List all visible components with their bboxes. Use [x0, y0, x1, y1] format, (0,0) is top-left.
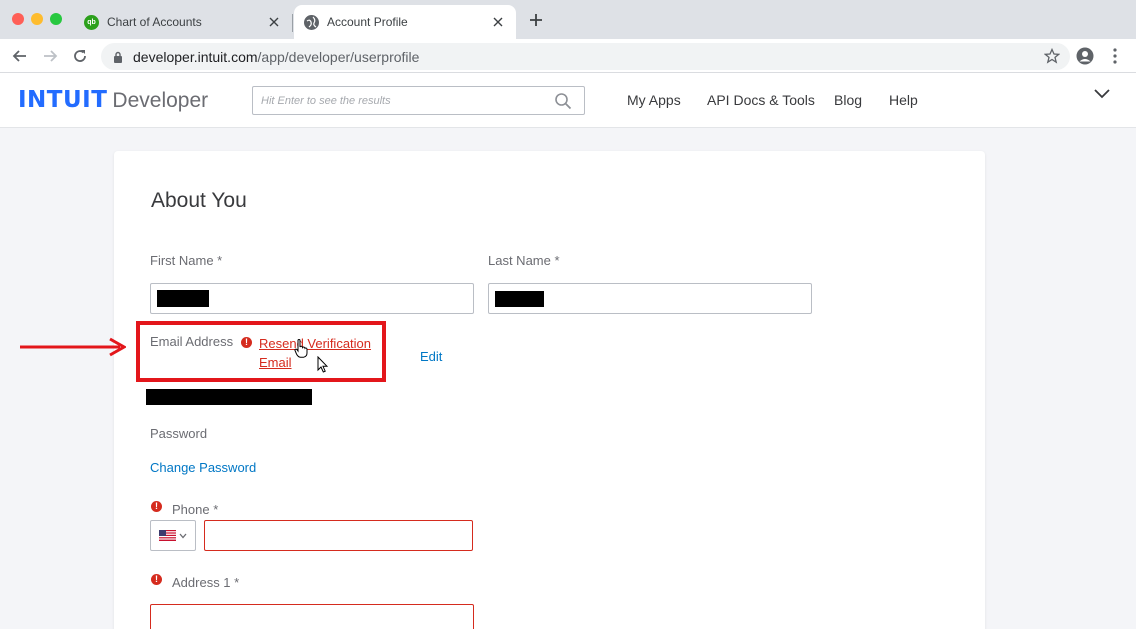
bookmark-star-icon[interactable]: [1044, 48, 1060, 64]
window-close-button[interactable]: [12, 13, 24, 25]
error-icon: !: [151, 574, 162, 585]
error-icon: !: [151, 501, 162, 512]
logo-brand: INTUIT: [18, 87, 108, 113]
us-flag-icon: [159, 530, 176, 541]
nav-help[interactable]: Help: [889, 92, 918, 108]
password-label: Password: [150, 426, 208, 441]
new-tab-plus-icon[interactable]: [528, 12, 544, 28]
close-icon[interactable]: [490, 14, 506, 30]
page-title: About You: [151, 189, 247, 212]
back-arrow-icon[interactable]: [11, 47, 29, 65]
first-name-label: First Name *: [150, 253, 223, 268]
address1-input[interactable]: [150, 604, 474, 629]
window-minimize-button[interactable]: [31, 13, 43, 25]
reload-icon[interactable]: [71, 47, 89, 65]
nav-blog[interactable]: Blog: [834, 92, 862, 108]
window-maximize-button[interactable]: [50, 13, 62, 25]
tab-divider: [292, 14, 293, 32]
browser-menu-icon[interactable]: [1108, 47, 1122, 65]
nav-my-apps[interactable]: My Apps: [627, 92, 681, 108]
globe-icon: [304, 14, 319, 30]
phone-country-select[interactable]: [150, 520, 196, 551]
url-text: developer.intuit.com/app/developer/userp…: [133, 49, 419, 65]
close-icon[interactable]: [266, 14, 282, 30]
redacted-value: [157, 290, 209, 307]
browser-toolbar: developer.intuit.com/app/developer/userp…: [0, 39, 1136, 73]
tab-title: Account Profile: [327, 15, 408, 29]
url-path: /app/developer/userprofile: [257, 48, 420, 65]
hand-pointer-cursor-icon: [294, 339, 308, 358]
last-name-input[interactable]: [488, 283, 812, 314]
browser-tab-strip: qb Chart of Accounts Account Profile: [0, 0, 1136, 39]
address1-label: Address 1 *: [172, 575, 240, 590]
profile-card: About You First Name * Last Name * Email…: [114, 151, 985, 629]
tab-title: Chart of Accounts: [107, 15, 202, 29]
last-name-label: Last Name *: [488, 253, 560, 268]
annotation-highlight-box: [136, 321, 386, 382]
url-host: developer.intuit.com: [133, 48, 258, 65]
search-icon[interactable]: [554, 92, 572, 110]
site-search-input[interactable]: [253, 87, 543, 114]
logo-product: Developer: [112, 89, 209, 112]
redacted-email: [146, 389, 312, 405]
tab-chart-of-accounts[interactable]: qb Chart of Accounts: [74, 5, 292, 39]
quickbooks-icon: qb: [84, 14, 99, 30]
chevron-down-icon: [179, 533, 187, 538]
phone-label: Phone *: [172, 502, 219, 517]
site-header: INTUIT Developer My Apps API Docs & Tool…: [0, 73, 1136, 128]
intuit-developer-logo[interactable]: INTUIT Developer: [18, 87, 208, 113]
annotation-arrow-icon: [20, 337, 126, 357]
nav-api-docs-tools[interactable]: API Docs & Tools: [707, 92, 815, 108]
redacted-value: [495, 291, 544, 307]
phone-input[interactable]: [204, 520, 473, 551]
edit-email-link[interactable]: Edit: [420, 349, 442, 364]
first-name-input[interactable]: [150, 283, 474, 314]
forward-arrow-icon[interactable]: [41, 47, 59, 65]
arrow-cursor-icon: [317, 356, 328, 373]
chevron-down-icon[interactable]: [1093, 87, 1111, 101]
profile-avatar-icon[interactable]: [1076, 47, 1094, 65]
change-password-link[interactable]: Change Password: [150, 460, 256, 475]
lock-icon: [114, 51, 122, 63]
address-bar[interactable]: developer.intuit.com/app/developer/userp…: [101, 43, 1070, 70]
tab-account-profile[interactable]: Account Profile: [294, 5, 516, 39]
site-search-box[interactable]: [252, 86, 585, 115]
